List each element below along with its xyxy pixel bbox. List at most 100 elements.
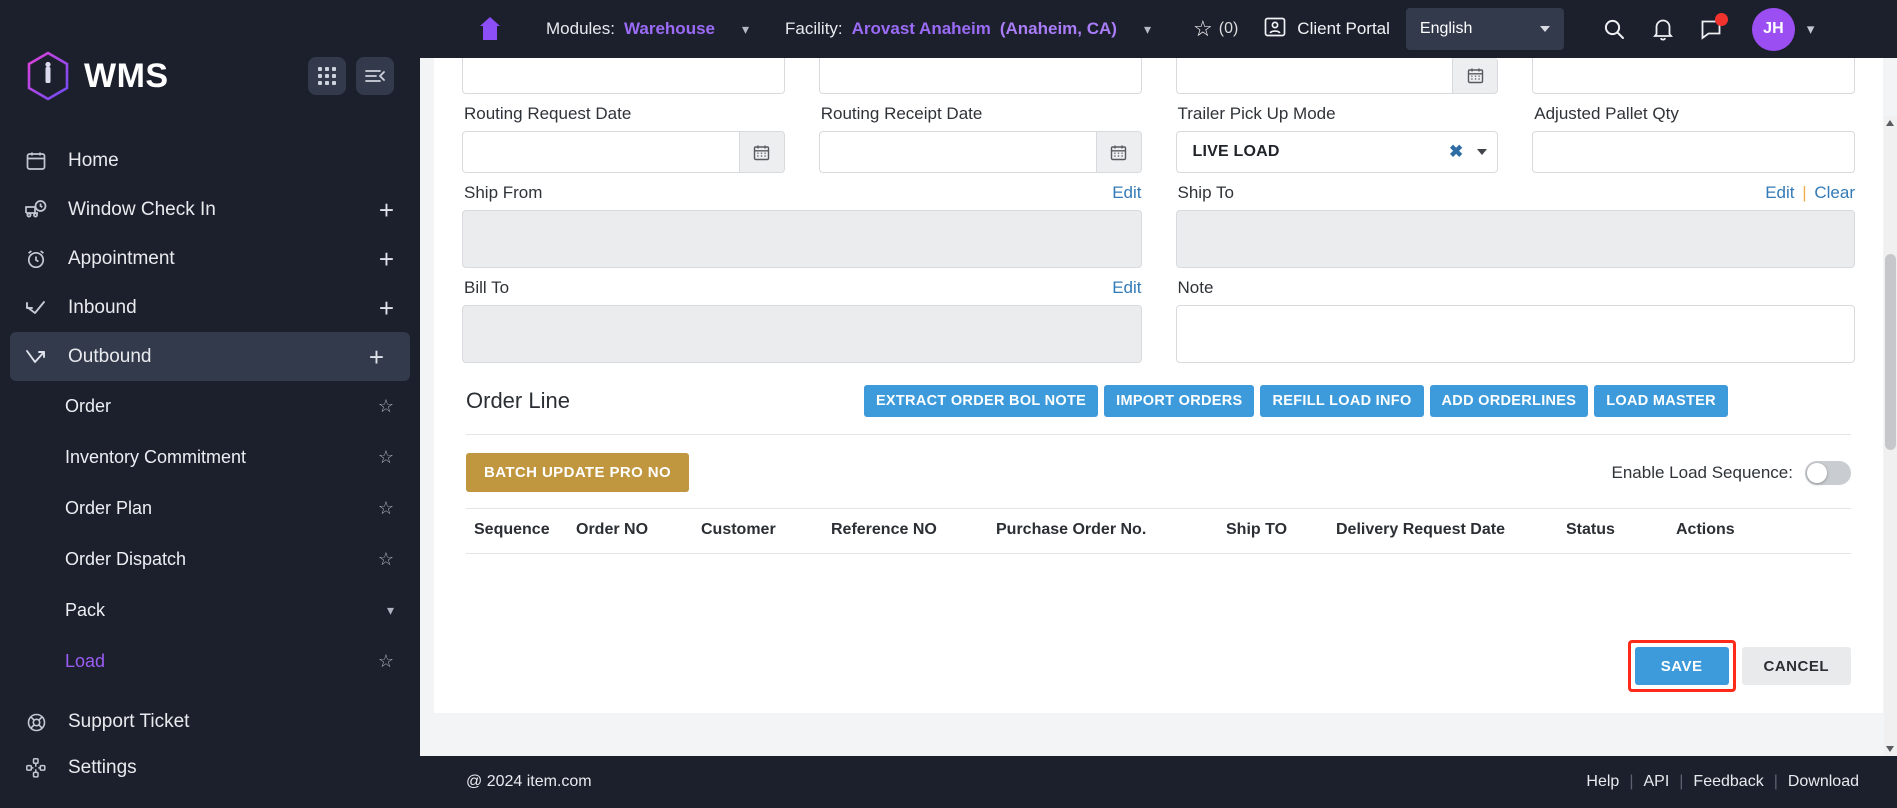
client-portal-label: Client Portal: [1297, 19, 1390, 38]
facility-location: (Anaheim, CA): [999, 19, 1117, 38]
date-input-group: [818, 131, 1142, 173]
bell-icon[interactable]: [1652, 17, 1674, 41]
import-orders-button[interactable]: IMPORT ORDERS: [1104, 385, 1255, 417]
add-outbound-button[interactable]: +: [369, 344, 384, 370]
extract-order-bol-note-button[interactable]: EXTRACT ORDER BOL NOTE: [863, 385, 1099, 417]
column-sequence[interactable]: Sequence: [466, 508, 576, 554]
cancel-button[interactable]: CANCEL: [1741, 647, 1851, 685]
chevron-down-icon[interactable]: ▾: [1807, 20, 1815, 38]
column-reference-no[interactable]: Reference NO: [831, 508, 996, 554]
facility-selector[interactable]: Facility: Arovast Anaheim (Anaheim, CA) …: [785, 19, 1151, 39]
sidebar-item-order-dispatch[interactable]: Order Dispatch ☆: [0, 534, 420, 585]
footer-link-api[interactable]: API: [1633, 773, 1679, 791]
sidebar-item-label: Settings: [68, 757, 137, 778]
search-icon[interactable]: [1602, 17, 1626, 41]
order-line-header: Order Line EXTRACT ORDER BOL NOTE IMPORT…: [462, 385, 1855, 417]
load-master-button[interactable]: LOAD MASTER: [1594, 385, 1728, 417]
scroll-up-icon[interactable]: [1886, 120, 1894, 126]
sidebar-item-load[interactable]: Load ☆: [0, 636, 420, 687]
column-ship-to[interactable]: Ship TO: [1226, 508, 1336, 554]
favorite-star-icon[interactable]: ☆: [378, 498, 394, 519]
edit-ship-from-link[interactable]: Edit: [1112, 183, 1141, 202]
clear-selection-icon[interactable]: ✖: [1449, 142, 1463, 162]
sidebar-subitem-label: Load: [65, 651, 106, 671]
sidebar-item-window-check-in[interactable]: Window Check In +: [0, 185, 420, 234]
calendar-icon[interactable]: [738, 131, 785, 173]
column-purchase-order-no[interactable]: Purchase Order No.: [996, 508, 1226, 554]
date-text-input[interactable]: [1175, 58, 1453, 94]
chevron-down-icon[interactable]: [1477, 149, 1488, 155]
column-customer[interactable]: Customer: [701, 508, 831, 554]
footer-link-help[interactable]: Help: [1576, 773, 1629, 791]
routing-receipt-date-input[interactable]: [818, 131, 1096, 173]
sidebar-item-order[interactable]: Order ☆: [0, 381, 420, 432]
refill-load-info-button[interactable]: REFILL LOAD INFO: [1260, 385, 1424, 417]
add-appointment-button[interactable]: +: [379, 246, 394, 272]
avatar[interactable]: JH: [1751, 7, 1795, 51]
sidebar-item-inventory-commitment[interactable]: Inventory Commitment ☆: [0, 432, 420, 483]
chevron-down-icon[interactable]: ▾: [742, 21, 749, 38]
favorite-star-icon[interactable]: ☆: [378, 396, 394, 417]
message-icon[interactable]: [1700, 13, 1728, 40]
favorites-button[interactable]: ☆ (0): [1193, 16, 1238, 42]
vertical-scrollbar[interactable]: [1884, 116, 1897, 756]
sidebar-subitem-label: Order Dispatch: [65, 549, 187, 569]
text-input[interactable]: [818, 58, 1142, 94]
field-ship-to: Ship To Edit | Clear: [1175, 173, 1855, 268]
edit-ship-to-link[interactable]: Edit: [1765, 183, 1794, 202]
sidebar-item-home[interactable]: Home: [0, 136, 420, 185]
form-actions: SAVE CANCEL: [462, 640, 1855, 692]
footer-link-feedback[interactable]: Feedback: [1683, 773, 1773, 791]
sidebar-item-settings[interactable]: Settings: [0, 745, 420, 791]
load-form-card: Routing Request Date Routing Receipt Dat…: [434, 58, 1883, 713]
clear-ship-to-link[interactable]: Clear: [1814, 183, 1855, 202]
trailer-pick-up-mode-select[interactable]: LIVE LOAD ✖: [1175, 131, 1499, 173]
ship-from-textarea[interactable]: [462, 210, 1142, 268]
favorite-star-icon[interactable]: ☆: [378, 549, 394, 570]
text-input[interactable]: [462, 58, 785, 94]
column-delivery-request-date[interactable]: Delivery Request Date: [1336, 508, 1566, 554]
scroll-down-icon[interactable]: [1886, 746, 1894, 752]
save-button[interactable]: SAVE: [1634, 647, 1729, 685]
batch-update-pro-no-button[interactable]: BATCH UPDATE PRO NO: [466, 453, 690, 492]
chevron-down-icon[interactable]: ▾: [387, 602, 394, 619]
field-label-row: Bill To Edit: [464, 278, 1142, 298]
column-status[interactable]: Status: [1566, 508, 1676, 554]
note-textarea[interactable]: [1175, 305, 1855, 363]
field-label: Routing Request Date: [464, 104, 632, 123]
ship-to-textarea[interactable]: [1175, 210, 1855, 268]
sidebar-item-inbound[interactable]: Inbound +: [0, 283, 420, 332]
add-window-check-in-button[interactable]: +: [379, 197, 394, 223]
footer-link-download[interactable]: Download: [1778, 773, 1869, 791]
column-order-no[interactable]: Order NO: [576, 508, 701, 554]
enable-load-sequence-toggle[interactable]: [1805, 460, 1851, 485]
scrollbar-thumb[interactable]: [1885, 254, 1896, 450]
sidebar-item-outbound[interactable]: Outbound +: [10, 332, 410, 381]
add-inbound-button[interactable]: +: [379, 295, 394, 321]
chevron-down-icon[interactable]: ▾: [1144, 21, 1151, 38]
lifebuoy-icon: [22, 712, 50, 733]
favorite-star-icon[interactable]: ☆: [378, 447, 394, 468]
facility-value: Arovast Anaheim: [851, 19, 991, 38]
bill-to-textarea[interactable]: [462, 305, 1142, 363]
language-selector[interactable]: English: [1405, 8, 1564, 50]
order-line-table: Sequence Order NO Customer Reference NO …: [466, 508, 1851, 554]
adjusted-pallet-qty-input[interactable]: [1532, 131, 1855, 173]
sidebar-item-support-ticket[interactable]: Support Ticket: [0, 699, 420, 745]
calendar-icon[interactable]: [1095, 131, 1142, 173]
sidebar-item-appointment[interactable]: Appointment +: [0, 234, 420, 283]
routing-request-date-input[interactable]: [462, 131, 739, 173]
client-portal-button[interactable]: Client Portal: [1264, 16, 1390, 43]
column-actions[interactable]: Actions: [1676, 508, 1851, 554]
favorite-star-icon[interactable]: ☆: [378, 651, 394, 672]
edit-bill-to-link[interactable]: Edit: [1112, 278, 1141, 297]
modules-selector[interactable]: Modules: Warehouse ▾: [546, 19, 749, 39]
sidebar-item-pack[interactable]: Pack ▾: [0, 585, 420, 636]
home-icon[interactable]: [478, 16, 502, 42]
text-input[interactable]: [1532, 58, 1855, 94]
sidebar-item-order-plan[interactable]: Order Plan ☆: [0, 483, 420, 534]
add-orderlines-button[interactable]: ADD ORDERLINES: [1429, 385, 1589, 417]
calendar-icon[interactable]: [1452, 58, 1499, 94]
collapse-menu-icon[interactable]: [356, 57, 394, 95]
grid-icon[interactable]: [308, 57, 346, 95]
